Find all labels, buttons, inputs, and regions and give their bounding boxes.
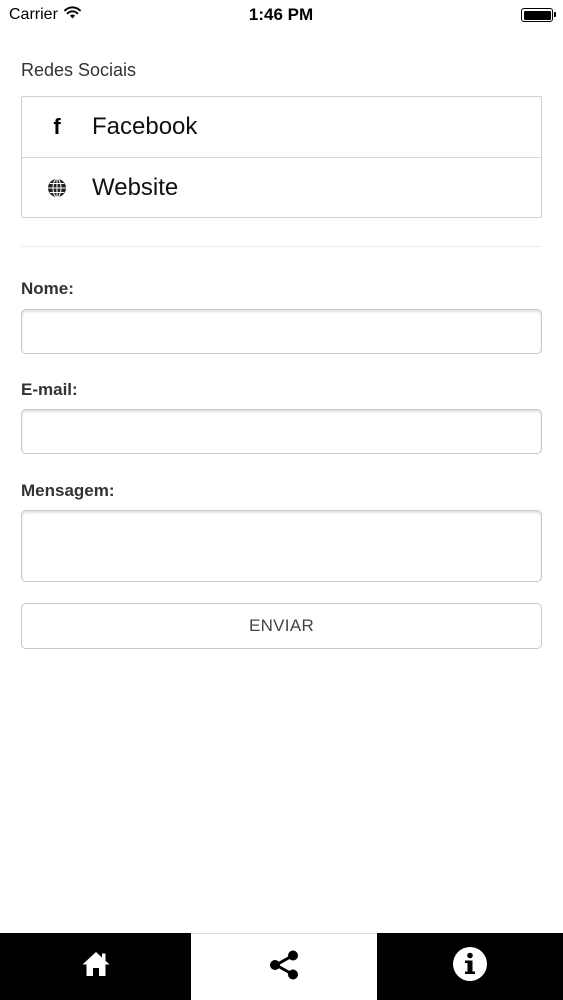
info-icon xyxy=(452,946,488,987)
tab-info[interactable] xyxy=(377,933,563,1000)
name-label: Nome: xyxy=(21,279,74,298)
tab-bar xyxy=(0,933,563,1000)
status-bar: Carrier 1:46 PM xyxy=(0,0,563,30)
status-left: Carrier xyxy=(9,6,149,24)
social-list: f Facebook Website xyxy=(21,96,542,218)
email-label: E-mail: xyxy=(21,380,78,399)
message-textarea[interactable] xyxy=(21,510,542,582)
social-item-facebook[interactable]: f Facebook xyxy=(22,97,541,157)
battery-fill xyxy=(523,10,551,20)
social-item-label: Website xyxy=(92,174,179,201)
globe-icon xyxy=(22,178,92,198)
share-icon xyxy=(267,948,301,987)
contact-screen: Carrier 1:46 PM Redes Sociais f Facebook xyxy=(0,0,563,1000)
status-right xyxy=(413,8,556,22)
wifi-icon xyxy=(63,6,81,24)
status-time: 1:46 PM xyxy=(248,5,314,24)
section-divider xyxy=(21,246,542,247)
send-button[interactable]: ENVIAR xyxy=(21,603,542,649)
tab-share[interactable] xyxy=(191,933,377,1000)
social-item-label: Facebook xyxy=(92,113,198,140)
section-title-social: Redes Sociais xyxy=(21,60,137,80)
message-label: Mensagem: xyxy=(21,481,115,500)
email-input[interactable] xyxy=(21,409,542,454)
tab-home[interactable] xyxy=(0,933,191,1000)
carrier-label: Carrier xyxy=(9,6,58,23)
battery-icon xyxy=(521,8,556,22)
facebook-icon: f xyxy=(53,114,61,139)
name-input[interactable] xyxy=(21,309,542,354)
social-item-website[interactable]: Website xyxy=(22,157,541,218)
home-icon xyxy=(81,950,111,983)
